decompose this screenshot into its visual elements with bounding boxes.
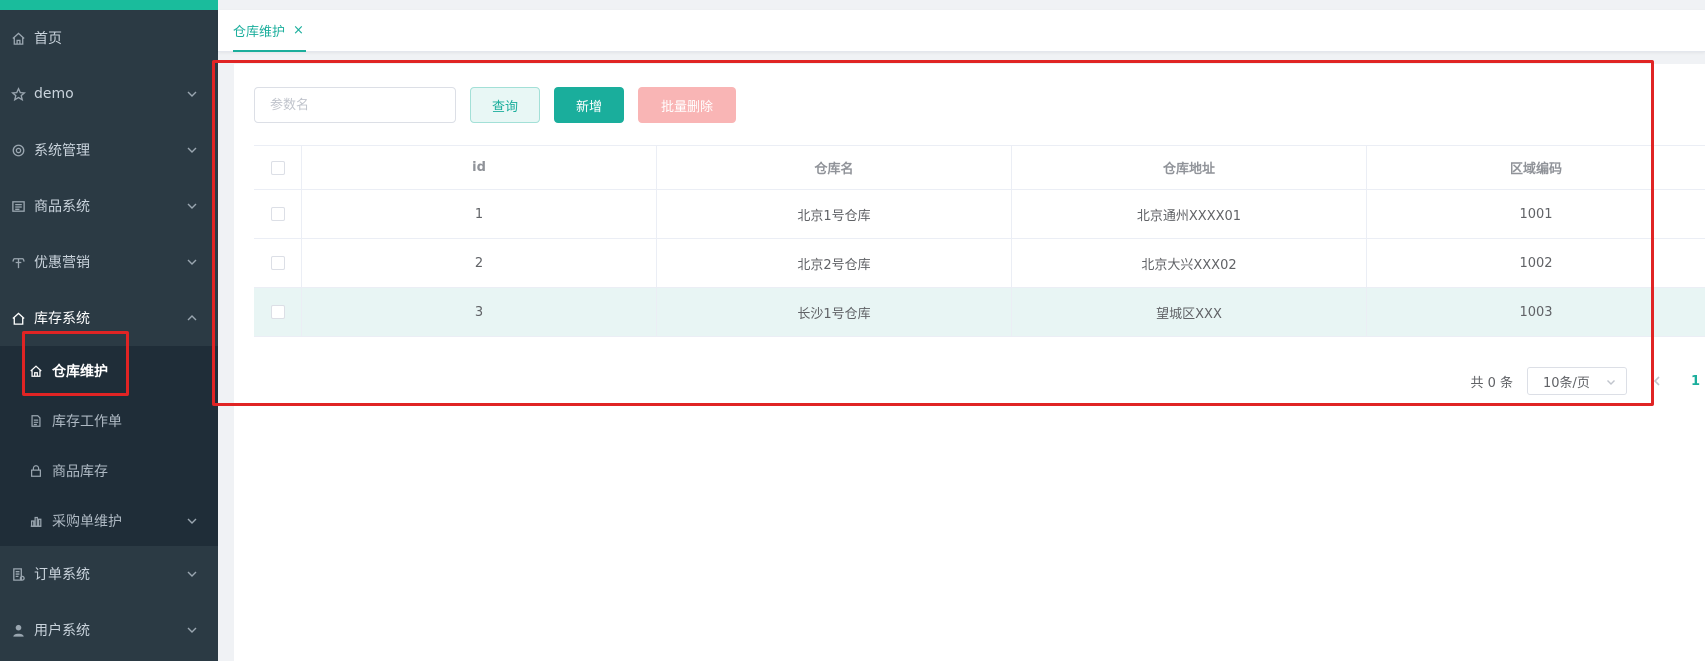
sidebar-item-demo[interactable]: demo xyxy=(0,66,218,122)
chevron-down-icon xyxy=(186,624,198,636)
cell-area-code: 1002 xyxy=(1519,255,1553,271)
pagination: 共 0 条 10条/页 1 xyxy=(1470,367,1705,395)
column-header-id[interactable]: id xyxy=(302,146,657,189)
cell-warehouse-address: 北京大兴XXX02 xyxy=(1012,239,1367,287)
page-number[interactable]: 1 xyxy=(1691,374,1705,389)
page-size-value: 10条/页 xyxy=(1543,375,1590,391)
sidebar-item-label: 仓库维护 xyxy=(52,364,108,380)
close-icon[interactable]: × xyxy=(293,23,304,38)
sidebar-item-home[interactable]: 首页 xyxy=(0,10,218,66)
pagination-total: 共 0 条 xyxy=(1470,375,1513,391)
column-header-area-code[interactable]: 区域编码 xyxy=(1367,146,1705,189)
sidebar-item-label: 商品系统 xyxy=(34,199,90,215)
main-area: 仓库维护 × 查询 新增 批量删除 id 仓库名 仓库地址 区域编码 1 北京1… xyxy=(218,0,1705,661)
home-icon xyxy=(10,310,26,326)
sidebar-item-purchase-order[interactable]: 采购单维护 xyxy=(0,496,218,546)
table-row[interactable]: 2 北京2号仓库 北京大兴XXX02 1002 xyxy=(254,239,1705,288)
sidebar-item-label: 订单系统 xyxy=(34,567,90,583)
row-checkbox[interactable] xyxy=(270,207,285,221)
row-checkbox[interactable] xyxy=(270,305,285,319)
row-checkbox-cell xyxy=(254,288,302,336)
home-icon xyxy=(28,363,44,379)
cell-warehouse-name: 北京2号仓库 xyxy=(657,239,1012,287)
warehouse-table: id 仓库名 仓库地址 区域编码 1 北京1号仓库 北京通州XXXX01 100… xyxy=(254,145,1705,337)
select-all-cell xyxy=(254,146,302,189)
chevron-down-icon xyxy=(186,200,198,212)
table-row[interactable]: 3 长沙1号仓库 望城区XXX 1003 xyxy=(254,288,1705,337)
cell-warehouse-address: 望城区XXX xyxy=(1012,288,1367,336)
sidebar-item-inventory-workorder[interactable]: 库存工作单 xyxy=(0,396,218,446)
sidebar-item-label: 优惠营销 xyxy=(34,255,90,271)
page-size-select[interactable]: 10条/页 xyxy=(1527,367,1627,395)
column-header-warehouse-address[interactable]: 仓库地址 xyxy=(1012,146,1367,189)
sidebar-item-label: demo xyxy=(34,86,74,102)
tab-warehouse-maintenance[interactable]: 仓库维护 × xyxy=(233,10,306,52)
sidebar-item-label: 首页 xyxy=(34,31,62,47)
row-checkbox-cell xyxy=(254,190,302,238)
user-icon xyxy=(10,622,26,638)
toolbar: 查询 新增 批量删除 xyxy=(254,87,736,123)
cell-warehouse-address: 北京通州XXXX01 xyxy=(1012,190,1367,238)
lock-icon xyxy=(28,463,44,479)
chevron-down-icon xyxy=(1606,376,1616,386)
sidebar-item-label: 商品库存 xyxy=(52,464,108,480)
query-button[interactable]: 查询 xyxy=(470,87,540,123)
cell-id: 1 xyxy=(302,190,657,238)
chevron-down-icon xyxy=(186,88,198,100)
chevron-down-icon xyxy=(186,568,198,580)
content-panel: 查询 新增 批量删除 id 仓库名 仓库地址 区域编码 1 北京1号仓库 北京通… xyxy=(234,64,1705,661)
home-icon xyxy=(10,30,26,46)
order-icon xyxy=(10,566,26,582)
row-checkbox[interactable] xyxy=(270,256,285,270)
sidebar-item-product-system[interactable]: 商品系统 xyxy=(0,178,218,234)
chevron-down-icon xyxy=(186,144,198,156)
sidebar-item-inventory-system[interactable]: 库存系统 xyxy=(0,290,218,346)
cell-id: 2 xyxy=(302,239,657,287)
star-icon xyxy=(10,86,26,102)
sidebar-item-promotions[interactable]: 优惠营销 xyxy=(0,234,218,290)
sidebar-item-warehouse-maintenance[interactable]: 仓库维护 xyxy=(0,346,218,396)
tab-bar: 仓库维护 × xyxy=(218,10,1705,52)
gear-icon xyxy=(10,142,26,158)
sidebar-item-label: 库存系统 xyxy=(34,311,90,327)
column-header-warehouse-name[interactable]: 仓库名 xyxy=(657,146,1012,189)
sidebar-item-label: 库存工作单 xyxy=(52,414,122,430)
cell-warehouse-name: 长沙1号仓库 xyxy=(657,288,1012,336)
cell-id: 3 xyxy=(302,288,657,336)
sidebar-item-system-admin[interactable]: 系统管理 xyxy=(0,122,218,178)
sidebar-item-order-system[interactable]: 订单系统 xyxy=(0,546,218,602)
cell-warehouse-name: 北京1号仓库 xyxy=(657,190,1012,238)
row-checkbox-cell xyxy=(254,239,302,287)
add-button[interactable]: 新增 xyxy=(554,87,624,123)
tab-label: 仓库维护 xyxy=(233,24,286,40)
coupon-icon xyxy=(10,254,26,270)
batch-delete-button[interactable]: 批量删除 xyxy=(638,87,736,123)
chevron-down-icon xyxy=(186,256,198,268)
chevron-up-icon xyxy=(186,312,198,324)
cell-area-code: 1001 xyxy=(1519,206,1553,222)
sidebar-top-bar xyxy=(0,0,218,10)
document-icon xyxy=(28,413,44,429)
search-input[interactable] xyxy=(254,87,456,123)
sidebar-item-label: 系统管理 xyxy=(34,143,90,159)
sidebar-item-label: 用户系统 xyxy=(34,623,90,639)
prev-page-icon[interactable] xyxy=(1651,375,1663,387)
sidebar-item-product-stock[interactable]: 商品库存 xyxy=(0,446,218,496)
table-header-row: id 仓库名 仓库地址 区域编码 xyxy=(254,146,1705,190)
product-icon xyxy=(10,198,26,214)
sidebar-item-label: 采购单维护 xyxy=(52,514,122,530)
sidebar-item-user-system[interactable]: 用户系统 xyxy=(0,602,218,658)
inventory-submenu: 仓库维护 库存工作单 商品库存 采购单维护 xyxy=(0,346,218,546)
bar-chart-icon xyxy=(28,513,44,529)
table-row[interactable]: 1 北京1号仓库 北京通州XXXX01 1001 xyxy=(254,190,1705,239)
chevron-down-icon xyxy=(186,515,198,527)
sidebar: 首页 demo 系统管理 商品系统 优惠营销 库存系统 仓库维护 库存工作单 商… xyxy=(0,0,218,661)
select-all-checkbox[interactable] xyxy=(270,160,285,175)
cell-area-code: 1003 xyxy=(1519,304,1553,320)
